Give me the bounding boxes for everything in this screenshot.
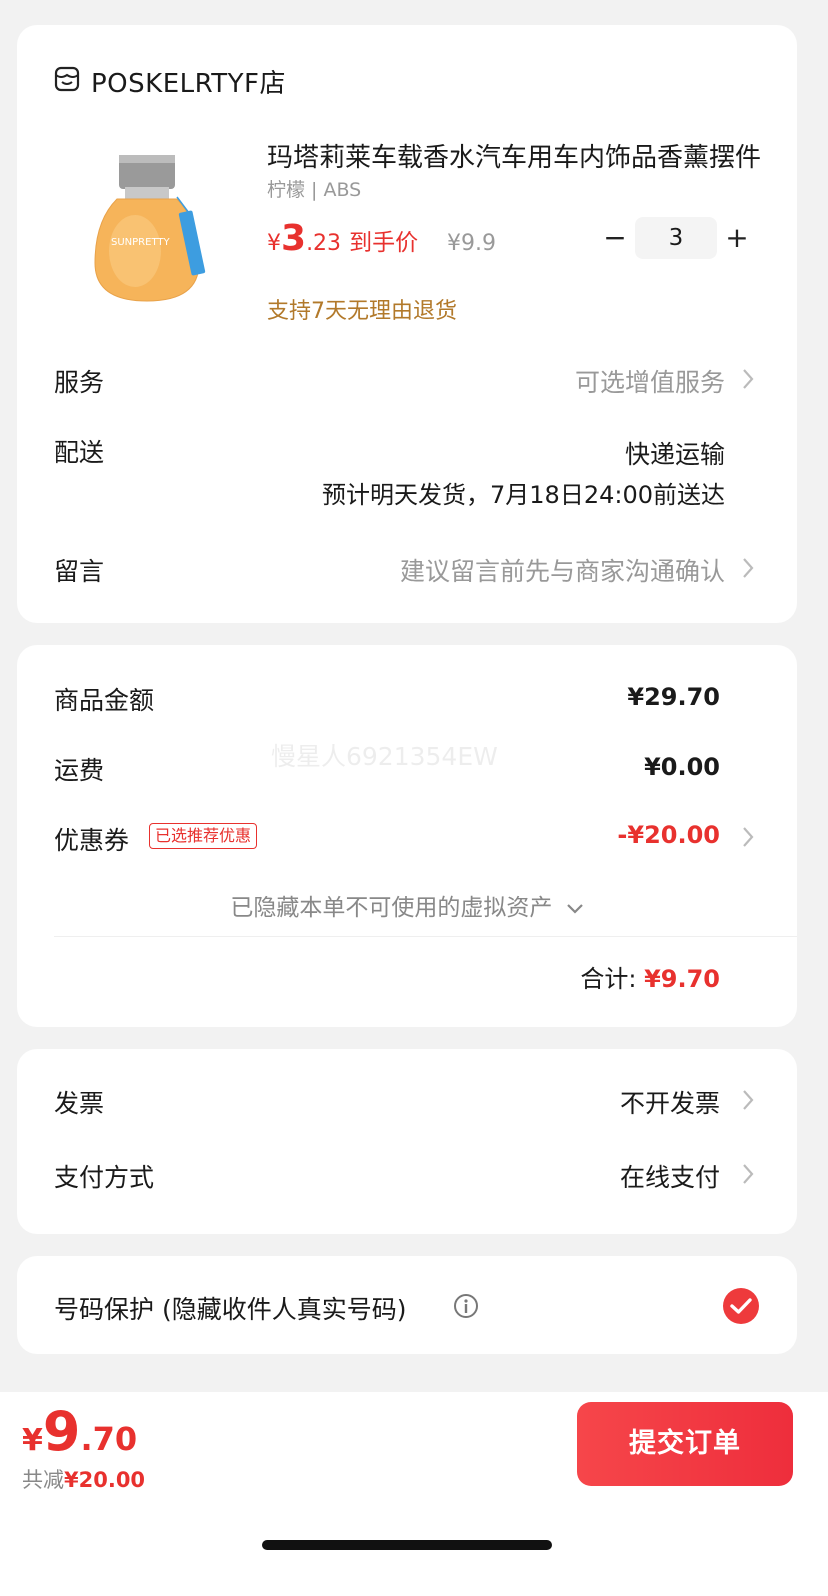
amount-card: 商品金额 ¥29.70 慢星人6921354EW 运费 ¥0.00 优惠券 已选… bbox=[17, 645, 797, 1027]
message-input[interactable]: 建议留言前先与商家沟通确认 bbox=[400, 552, 725, 588]
qty-minus-button[interactable]: − bbox=[603, 221, 627, 254]
info-icon[interactable] bbox=[453, 1293, 479, 1319]
product-brand-text: SUNPRETTY bbox=[111, 237, 170, 248]
divider bbox=[54, 936, 797, 937]
privacy-label: 号码保护 (隐藏收件人真实号码) bbox=[54, 1295, 407, 1324]
bottom-total-price: ¥9.70 bbox=[22, 1400, 137, 1463]
payment-label: 支付方式 bbox=[54, 1163, 155, 1192]
product-image[interactable]: SUNPRETTY bbox=[81, 151, 213, 311]
product-title[interactable]: 玛塔莉莱车载香水汽车用车内饰品香薰摆件 bbox=[267, 137, 767, 174]
coupon-label: 优惠券 bbox=[54, 826, 130, 855]
checkbox-checked-icon[interactable] bbox=[722, 1287, 760, 1325]
home-indicator bbox=[262, 1540, 552, 1550]
delivery-eta: 预计明天发货，7月18日24:00前送达 bbox=[322, 481, 725, 509]
price-currency: ¥ bbox=[267, 231, 281, 256]
bottom-price-integer: 9 bbox=[42, 1400, 81, 1463]
chevron-down-icon bbox=[566, 903, 583, 914]
qty-plus-button[interactable]: + bbox=[725, 221, 749, 254]
price-decimal: .23 bbox=[306, 231, 342, 256]
total-row: 合计: ¥9.70 bbox=[580, 959, 720, 994]
price-integer: 3 bbox=[281, 218, 307, 259]
product-spec[interactable]: 柠檬 | ABS bbox=[267, 175, 361, 202]
chevron-right-icon[interactable] bbox=[741, 1162, 755, 1186]
bottom-price-currency: ¥ bbox=[22, 1423, 43, 1458]
price-row: ¥3.23 到手价 bbox=[267, 218, 418, 259]
chevron-right-icon[interactable] bbox=[741, 825, 755, 849]
goods-amount-value: ¥29.70 bbox=[627, 683, 720, 711]
privacy-card: 号码保护 (隐藏收件人真实号码) bbox=[17, 1256, 797, 1354]
bottom-price-decimal: .70 bbox=[80, 1420, 138, 1458]
chevron-right-icon[interactable] bbox=[741, 556, 755, 580]
store-name[interactable]: POSKELRTYF店 bbox=[91, 63, 286, 100]
goods-amount-label: 商品金额 bbox=[54, 686, 155, 715]
chevron-right-icon[interactable] bbox=[741, 1088, 755, 1112]
invoice-payment-card: 发票 不开发票 支付方式 在线支付 bbox=[17, 1049, 797, 1234]
shipping-value: ¥0.00 bbox=[644, 753, 720, 781]
payment-value[interactable]: 在线支付 bbox=[620, 1158, 720, 1194]
delivery-label: 配送 bbox=[54, 438, 105, 467]
saved-value: ¥20.00 bbox=[64, 1468, 146, 1492]
invoice-value[interactable]: 不开发票 bbox=[620, 1084, 720, 1120]
hidden-assets-label: 已隐藏本单不可使用的虚拟资产 bbox=[230, 895, 553, 921]
message-label: 留言 bbox=[54, 557, 105, 586]
bottom-saved: 共减¥20.00 bbox=[22, 1464, 145, 1494]
coupon-badge: 已选推荐优惠 bbox=[149, 823, 258, 849]
invoice-label: 发票 bbox=[54, 1089, 105, 1118]
product-card: POSKELRTYF店 SUNPRETTY 玛塔莉莱车载香水汽车用车内饰品香薰摆… bbox=[17, 25, 797, 623]
submit-order-button[interactable]: 提交订单 bbox=[577, 1402, 793, 1486]
service-label: 服务 bbox=[54, 368, 105, 397]
chevron-right-icon[interactable] bbox=[741, 367, 755, 391]
bottom-bar: ¥9.70 共减¥20.00 提交订单 bbox=[0, 1392, 828, 1596]
return-policy: 支持7天无理由退货 bbox=[267, 299, 457, 324]
saved-label: 共减 bbox=[22, 1468, 64, 1492]
delivery-method: 快递运输 bbox=[624, 440, 725, 469]
service-value[interactable]: 可选增值服务 bbox=[575, 363, 725, 399]
hidden-assets-toggle[interactable]: 已隐藏本单不可使用的虚拟资产 bbox=[17, 888, 797, 922]
shipping-label: 运费 bbox=[54, 756, 105, 785]
total-value: ¥9.70 bbox=[644, 965, 720, 993]
original-price: ¥9.9 bbox=[447, 231, 496, 256]
price-tag: 到手价 bbox=[349, 230, 419, 256]
store-icon bbox=[54, 66, 80, 92]
quantity-input[interactable]: 3 bbox=[635, 217, 717, 259]
watermark: 慢星人6921354EW bbox=[271, 742, 498, 771]
total-label: 合计: bbox=[580, 965, 645, 993]
coupon-value[interactable]: -¥20.00 bbox=[617, 821, 720, 849]
